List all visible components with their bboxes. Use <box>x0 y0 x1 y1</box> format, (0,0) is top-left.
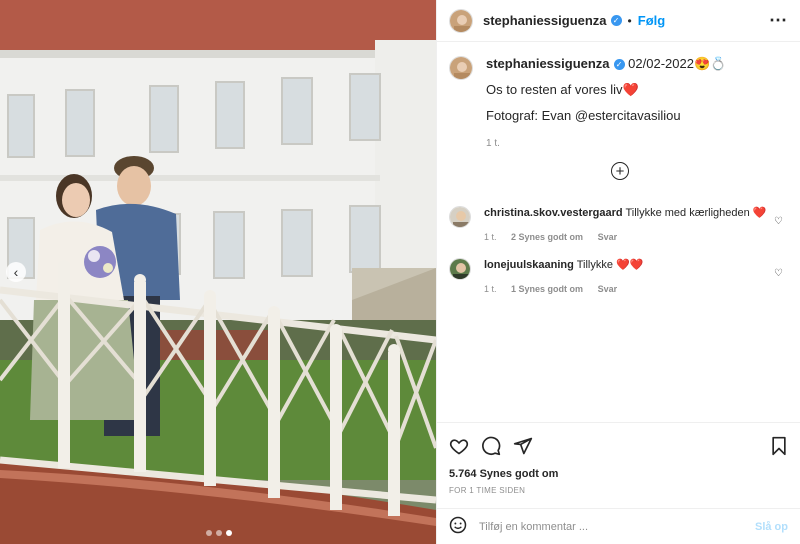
comment-bubble-icon[interactable] <box>481 436 501 456</box>
comment-time[interactable]: 1 t. <box>484 232 497 242</box>
comment-username[interactable]: lonejuulskaaning <box>484 259 574 271</box>
verified-badge-icon: ✓ <box>613 59 625 71</box>
paper-plane-icon[interactable] <box>513 436 533 456</box>
comments-area[interactable]: stephaniessiguenza ✓ 02/02-2022😍💍 Os to r… <box>437 42 800 422</box>
avatar[interactable] <box>449 56 473 80</box>
post-header: stephaniessiguenza ✓ • Følg ⋯ <box>437 0 800 42</box>
carousel-dot <box>206 530 212 536</box>
reply-button[interactable]: Svar <box>598 232 618 242</box>
comment-likes[interactable]: 2 Synes godt om <box>511 232 583 242</box>
comment-meta: 1 t. 2 Synes godt om Svar <box>484 230 767 244</box>
instagram-post: ‹ stephaniessiguenza ✓ • Følg ⋯ stephani… <box>0 0 800 544</box>
avatar[interactable] <box>449 8 473 33</box>
avatar[interactable] <box>449 206 471 228</box>
previous-slide-button[interactable]: ‹ <box>6 262 26 282</box>
post-time-ago[interactable]: FOR 1 TIME SIDEN <box>437 484 800 508</box>
reply-button[interactable]: Svar <box>598 284 618 294</box>
more-options-icon[interactable]: ⋯ <box>769 10 788 31</box>
add-comment-bar: Slå op <box>437 508 800 544</box>
follow-button[interactable]: Følg <box>638 13 665 28</box>
plus-circle-icon[interactable]: + <box>611 162 629 180</box>
carousel-dot <box>216 530 222 536</box>
header-username[interactable]: stephaniessiguenza <box>483 13 607 28</box>
verified-badge-icon: ✓ <box>610 15 622 26</box>
carousel-dot-active <box>226 530 232 536</box>
post-photo[interactable]: ‹ <box>0 0 436 544</box>
caption-time[interactable]: 1 t. <box>486 136 726 152</box>
caption-credit: Fotograf: Evan @estercitavasiliou <box>486 108 681 123</box>
comment-likes[interactable]: 1 Synes godt om <box>511 284 583 294</box>
comment-item: christina.skov.vestergaard Tillykke med … <box>449 206 789 244</box>
wedding-photo-image <box>0 0 436 544</box>
comment-input[interactable] <box>479 520 755 533</box>
post-side-panel: stephaniessiguenza ✓ • Følg ⋯ stephanies… <box>436 0 800 544</box>
comment-text: Tillykke ❤️❤️ <box>576 259 644 271</box>
caption-text: Os to resten af vores liv❤️ <box>486 82 639 97</box>
comment-heart-icon[interactable]: ♡ <box>774 216 783 227</box>
post-actions <box>437 422 800 468</box>
comment-text: Tillykke med kærligheden ❤️ <box>625 207 767 219</box>
post-comment-button[interactable]: Slå op <box>755 521 788 533</box>
smiley-icon[interactable] <box>449 516 467 537</box>
bookmark-icon[interactable] <box>770 436 788 456</box>
comment-username[interactable]: christina.skov.vestergaard <box>484 207 623 219</box>
caption: stephaniessiguenza ✓ 02/02-2022😍💍 Os to r… <box>449 56 788 152</box>
comment-heart-icon[interactable]: ♡ <box>774 268 783 279</box>
caption-username[interactable]: stephaniessiguenza <box>486 56 610 71</box>
avatar[interactable] <box>449 258 471 280</box>
carousel-dots <box>206 530 232 536</box>
heart-icon[interactable] <box>449 436 469 456</box>
comment-time[interactable]: 1 t. <box>484 284 497 294</box>
header-separator: • <box>627 13 632 28</box>
likes-count[interactable]: 5.764 Synes godt om <box>437 468 800 484</box>
comment-meta: 1 t. 1 Synes godt om Svar <box>484 282 643 296</box>
caption-date: 02/02-2022😍💍 <box>628 56 727 71</box>
comment-item: lonejuulskaaning Tillykke ❤️❤️ 1 t. 1 Sy… <box>449 258 789 296</box>
